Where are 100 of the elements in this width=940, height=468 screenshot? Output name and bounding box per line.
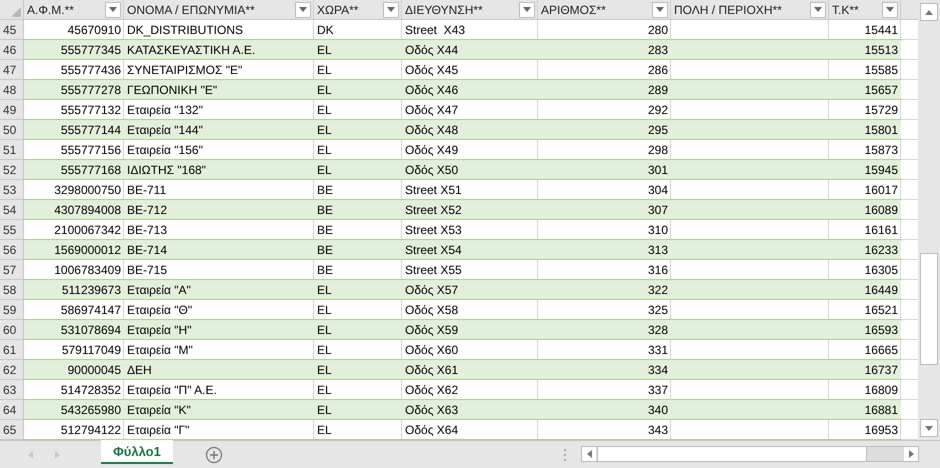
table-cell: 15873 xyxy=(829,140,901,159)
row-number[interactable]: 55 xyxy=(0,220,24,240)
table-cell: 555777132 xyxy=(24,100,124,119)
scroll-up-button[interactable] xyxy=(920,3,938,21)
splitter-handle-icon[interactable] xyxy=(564,449,566,461)
scroll-left-button[interactable] xyxy=(582,447,596,461)
table-cell: Εταιρεία "Μ" xyxy=(124,340,314,359)
horizontal-scrollbar[interactable] xyxy=(581,446,919,462)
table-cell: 514728352 xyxy=(24,380,124,399)
row-number[interactable]: 63 xyxy=(0,380,24,400)
table-cell-text: ΙΔΙΩΤΗΣ "168" xyxy=(126,162,207,178)
table-cell: Οδός Χ60 xyxy=(402,340,538,359)
caret-icon xyxy=(886,7,894,12)
caret-icon xyxy=(908,450,914,458)
filter-dropdown-button[interactable] xyxy=(383,2,399,18)
table-cell-text: EL xyxy=(316,322,333,338)
row-number[interactable]: 60 xyxy=(0,320,24,340)
table-cell-text: BE xyxy=(316,202,334,218)
row-number[interactable]: 56 xyxy=(0,240,24,260)
row-number[interactable]: 65 xyxy=(0,420,24,440)
row-number[interactable]: 50 xyxy=(0,120,24,140)
table-cell-text: Οδός Χ50 xyxy=(404,162,460,178)
row-number[interactable]: 54 xyxy=(0,200,24,220)
table-cell: 15441 xyxy=(829,20,901,39)
table-cell: Οδός Χ45 xyxy=(402,60,538,79)
caret-icon xyxy=(925,10,933,14)
column-header: ΑΡΙΘΜΟΣ** xyxy=(541,2,606,16)
table-cell: 16665 xyxy=(829,340,901,359)
add-sheet-icon[interactable] xyxy=(205,446,223,464)
filter-dropdown-button[interactable] xyxy=(882,2,898,18)
table-cell: Street X51 xyxy=(402,180,538,199)
filter-dropdown-button[interactable] xyxy=(519,2,535,18)
filter-dropdown-button[interactable] xyxy=(295,2,311,18)
caret-icon xyxy=(523,7,531,12)
table-cell-text: 313 xyxy=(646,242,669,258)
table-cell: Οδός Χ62 xyxy=(402,380,538,399)
filter-dropdown-button[interactable] xyxy=(105,2,121,18)
table-cell-text: 334 xyxy=(646,362,669,378)
table-cell-text: 16737 xyxy=(864,362,899,378)
row-number[interactable]: 53 xyxy=(0,180,24,200)
table-cell-text: 16881 xyxy=(864,402,899,418)
table-cell: Street X53 xyxy=(402,220,538,239)
filter-dropdown-button[interactable] xyxy=(652,2,668,18)
scroll-thumb[interactable] xyxy=(920,253,938,365)
row-number[interactable]: 62 xyxy=(0,360,24,380)
table-cell: Οδός Χ58 xyxy=(402,300,538,319)
table-cell-text: 289 xyxy=(646,82,669,98)
filter-dropdown-button[interactable] xyxy=(810,2,826,18)
table-cell-text: ΓΕΩΠΟΝΙΚΗ "Ε" xyxy=(126,82,218,98)
table-cell-text: Οδός Χ59 xyxy=(404,322,460,338)
caret-icon xyxy=(656,7,664,12)
sheet-tab[interactable]: Φύλλο1 xyxy=(101,440,173,464)
table-cell: 337 xyxy=(538,380,671,399)
table-cell: 16161 xyxy=(829,220,901,239)
caret-icon xyxy=(109,7,117,12)
table-cell: BE-711 xyxy=(124,180,314,199)
table-cell-text: Εταιρεία "144" xyxy=(126,122,204,138)
row-number[interactable]: 48 xyxy=(0,80,24,100)
table-cell: Οδός Χ49 xyxy=(402,140,538,159)
row-number[interactable]: 61 xyxy=(0,340,24,360)
scroll-down-button[interactable] xyxy=(920,419,938,437)
row-number[interactable]: 46 xyxy=(0,40,24,60)
row-number[interactable]: 45 xyxy=(0,20,24,40)
row-number[interactable]: 51 xyxy=(0,140,24,160)
table-cell: 316 xyxy=(538,260,671,279)
scroll-right-button[interactable] xyxy=(904,447,918,461)
table-cell-text: 555777168 xyxy=(60,162,122,178)
table-cell-text: 16593 xyxy=(864,322,899,338)
table-cell: 292 xyxy=(538,100,671,119)
table-cell: BE xyxy=(314,260,402,279)
row-number[interactable]: 64 xyxy=(0,400,24,420)
table-cell: 16305 xyxy=(829,260,901,279)
table-cell-text: 15513 xyxy=(864,42,899,58)
scroll-thumb[interactable] xyxy=(597,447,867,461)
table-cell: 15585 xyxy=(829,60,901,79)
table-cell-text: 555777345 xyxy=(60,42,122,58)
row-number[interactable]: 59 xyxy=(0,300,24,320)
table-cell-text: 4307894008 xyxy=(53,202,122,218)
table-cell-text: Οδός Χ44 xyxy=(404,42,460,58)
table-cell: 16809 xyxy=(829,380,901,399)
table-cell: ΣΥΝΕΤΑΙΡΙΣΜΟΣ "Ε" xyxy=(124,60,314,79)
row-number[interactable]: 52 xyxy=(0,160,24,180)
table-cell: Street X55 xyxy=(402,260,538,279)
table-cell: EL xyxy=(314,420,402,439)
table-cell-text: 543265980 xyxy=(60,402,122,418)
table-cell-text: Εταιρεία "Κ" xyxy=(126,402,192,418)
row-number[interactable]: 49 xyxy=(0,100,24,120)
row-number[interactable]: 58 xyxy=(0,280,24,300)
table-cell: 512794122 xyxy=(24,420,124,439)
table-cell-text: 340 xyxy=(646,402,669,418)
table-cell-text: 15801 xyxy=(864,122,899,138)
table-cell-text: Οδός Χ46 xyxy=(404,82,460,98)
table-cell-text: 307 xyxy=(646,202,669,218)
table-cell-text: 511239673 xyxy=(60,282,122,298)
row-number[interactable]: 47 xyxy=(0,60,24,80)
table-cell: 304 xyxy=(538,180,671,199)
vertical-scrollbar[interactable] xyxy=(918,0,940,440)
table-cell: 2100067342 xyxy=(24,220,124,239)
column-header: ΠΟΛΗ / ΠΕΡΙΟΧΗ** xyxy=(674,2,782,16)
row-number[interactable]: 57 xyxy=(0,260,24,280)
